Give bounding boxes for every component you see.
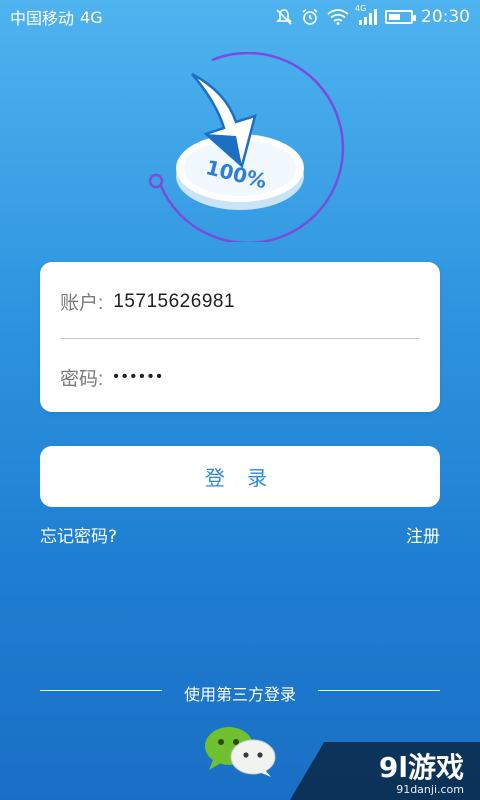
account-field[interactable]: 账户: 15715626981 bbox=[60, 265, 420, 339]
watermark-domain: 91danji.com bbox=[396, 783, 464, 796]
password-field[interactable]: 密码: •••••• bbox=[60, 340, 420, 414]
clock: 20:30 bbox=[421, 7, 470, 27]
divider-right bbox=[318, 690, 440, 691]
battery-level bbox=[389, 14, 400, 20]
forgot-password-link[interactable]: 忘记密码? bbox=[40, 522, 117, 547]
wifi-icon bbox=[327, 9, 349, 25]
status-left: 中国移动 4G bbox=[10, 5, 103, 29]
watermark: 9l游戏 91danji.com bbox=[290, 742, 480, 800]
login-button[interactable]: 登 录 bbox=[40, 446, 440, 507]
status-right: 4G 20:30 bbox=[275, 4, 470, 27]
status-bar: 中国移动 4G 4G 20:30 bbox=[0, 0, 480, 34]
signal-icon: 4G bbox=[355, 4, 377, 26]
account-input[interactable]: 15715626981 bbox=[113, 291, 235, 313]
third-party-title: 使用第三方登录 bbox=[183, 685, 296, 704]
password-label: 密码: bbox=[60, 368, 104, 390]
orbit-dot bbox=[148, 173, 164, 189]
account-label: 账户: bbox=[60, 293, 104, 314]
mute-icon bbox=[275, 8, 293, 26]
signal-network-label: 4G bbox=[355, 4, 367, 13]
login-form-card: 账户: 15715626981 密码: •••••• bbox=[40, 262, 440, 412]
app-logo: 100% bbox=[140, 51, 350, 245]
network-type: 4G bbox=[80, 7, 103, 27]
carrier-name: 中国移动 bbox=[10, 9, 75, 28]
password-input[interactable]: •••••• bbox=[113, 368, 165, 386]
wechat-icon[interactable] bbox=[203, 724, 277, 778]
watermark-brand: 9l游戏 bbox=[378, 751, 464, 784]
alarm-icon bbox=[301, 8, 319, 26]
register-link[interactable]: 注册 bbox=[406, 522, 440, 547]
battery-icon bbox=[385, 10, 416, 24]
